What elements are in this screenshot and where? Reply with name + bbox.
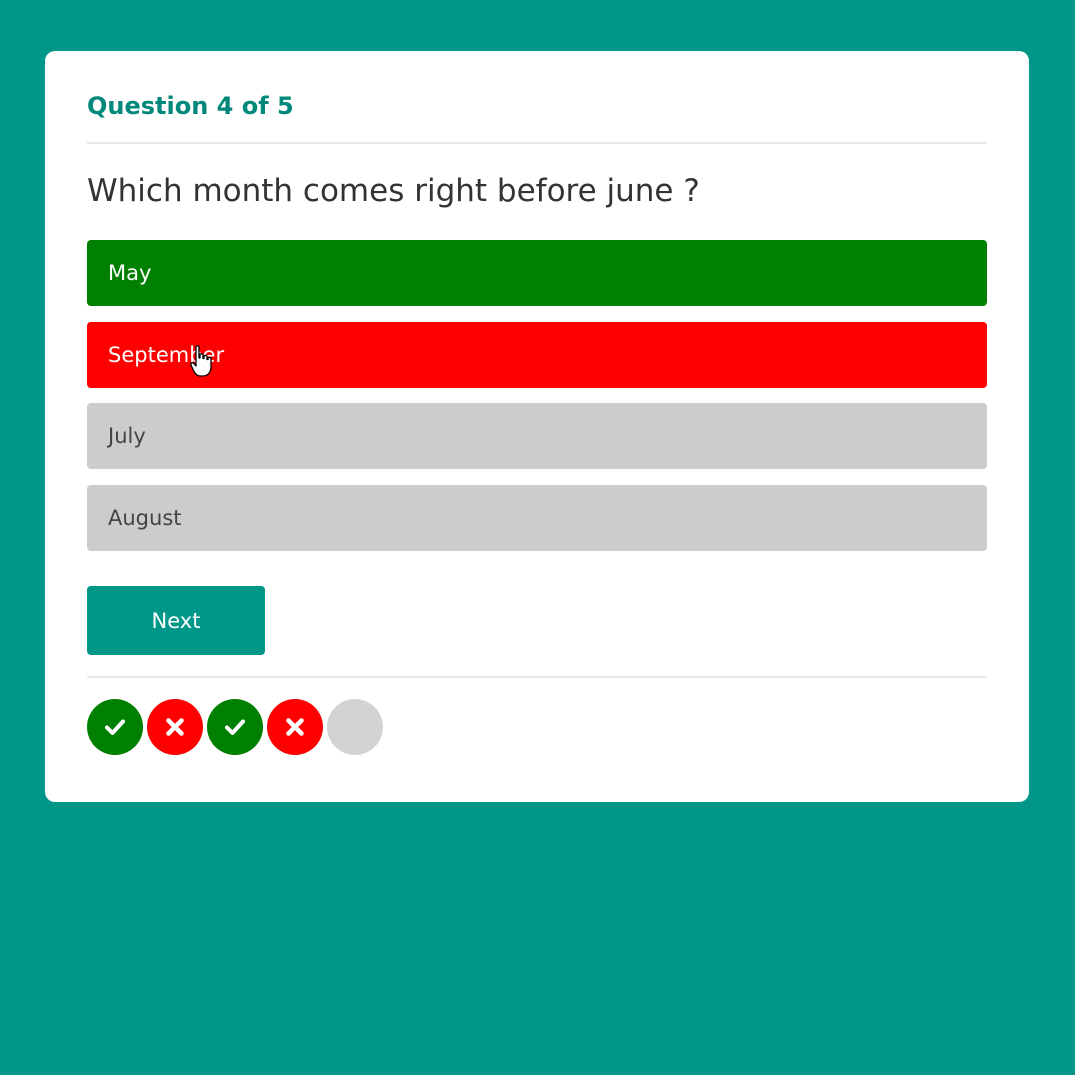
progress-dot-5: [327, 699, 383, 755]
footer-divider: [87, 676, 987, 678]
answer-options: May September July August: [87, 240, 987, 566]
progress-indicator: [87, 699, 383, 755]
quiz-card: Question 4 of 5 Which month comes right …: [45, 51, 1029, 802]
next-button[interactable]: Next: [87, 586, 265, 655]
answer-option-label: July: [108, 424, 146, 448]
header-divider: [87, 142, 987, 144]
answer-option-label: August: [108, 505, 182, 530]
progress-dot-3: [207, 699, 263, 755]
x-icon: [286, 718, 304, 736]
answer-option-july[interactable]: July: [87, 403, 987, 469]
progress-dot-4: [267, 699, 323, 755]
progress-dot-2: [147, 699, 203, 755]
progress-dot-1: [87, 699, 143, 755]
question-text: Which month comes right before june ?: [87, 173, 700, 209]
answer-option-label: May: [108, 261, 152, 285]
answer-option-september[interactable]: September: [87, 321, 987, 388]
question-counter: Question 4 of 5: [87, 92, 294, 120]
answer-option-may[interactable]: May: [87, 240, 987, 306]
hand-cursor-icon: [190, 345, 212, 377]
x-icon: [166, 718, 184, 736]
answer-option-august[interactable]: August: [87, 484, 987, 551]
check-icon: [105, 719, 125, 735]
check-icon: [225, 719, 245, 735]
